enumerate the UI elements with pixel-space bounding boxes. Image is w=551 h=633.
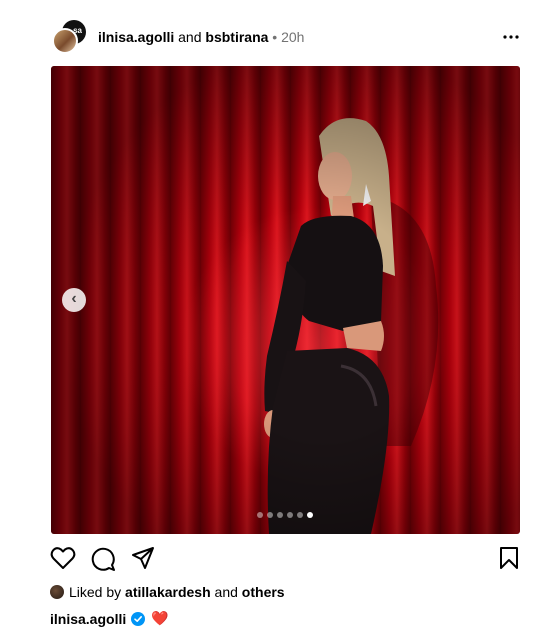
carousel-dot [287, 512, 293, 518]
carousel-indicator [257, 512, 313, 518]
author-avatar[interactable] [52, 28, 78, 54]
image-vignette [51, 66, 520, 534]
caption-line: ilnisa.agolli ❤️ [50, 610, 169, 627]
carousel-dot [297, 512, 303, 518]
post-actions [50, 546, 520, 572]
collaborator-username[interactable]: bsbtirana [205, 29, 268, 45]
carousel-dot-active [307, 512, 313, 518]
post-author-line: ilnisa.agolli and bsbtirana • 20h [98, 29, 304, 45]
carousel-dot [267, 512, 273, 518]
chevron-left-icon[interactable]: ‹ [62, 288, 86, 312]
carousel-dot [257, 512, 263, 518]
liker-username[interactable]: atillakardesh [125, 584, 211, 600]
share-icon[interactable] [131, 546, 155, 575]
comment-icon[interactable] [90, 546, 116, 577]
post-header: sa ilnisa.agolli and bsbtirana • 20h [50, 18, 520, 58]
likes-others[interactable]: others [242, 584, 285, 600]
avatar-group[interactable]: sa [50, 18, 90, 58]
caption-username[interactable]: ilnisa.agolli [50, 611, 126, 627]
likes-prefix: Liked by [69, 584, 122, 600]
more-icon[interactable] [502, 28, 520, 49]
author-connector: and [178, 29, 202, 45]
heart-icon[interactable] [50, 546, 76, 575]
liker-avatar[interactable] [50, 585, 64, 599]
verified-icon [131, 611, 146, 626]
post-image[interactable]: ‹ [51, 66, 520, 534]
carousel-dot [277, 512, 283, 518]
time-separator: • [272, 29, 278, 45]
post-time[interactable]: 20h [281, 29, 304, 45]
bookmark-icon[interactable] [498, 546, 520, 575]
author-username[interactable]: ilnisa.agolli [98, 29, 174, 45]
heart-emoji: ❤️ [151, 610, 169, 626]
likes-line: Liked by atillakardesh and others [50, 584, 285, 600]
likes-connector: and [214, 584, 238, 600]
